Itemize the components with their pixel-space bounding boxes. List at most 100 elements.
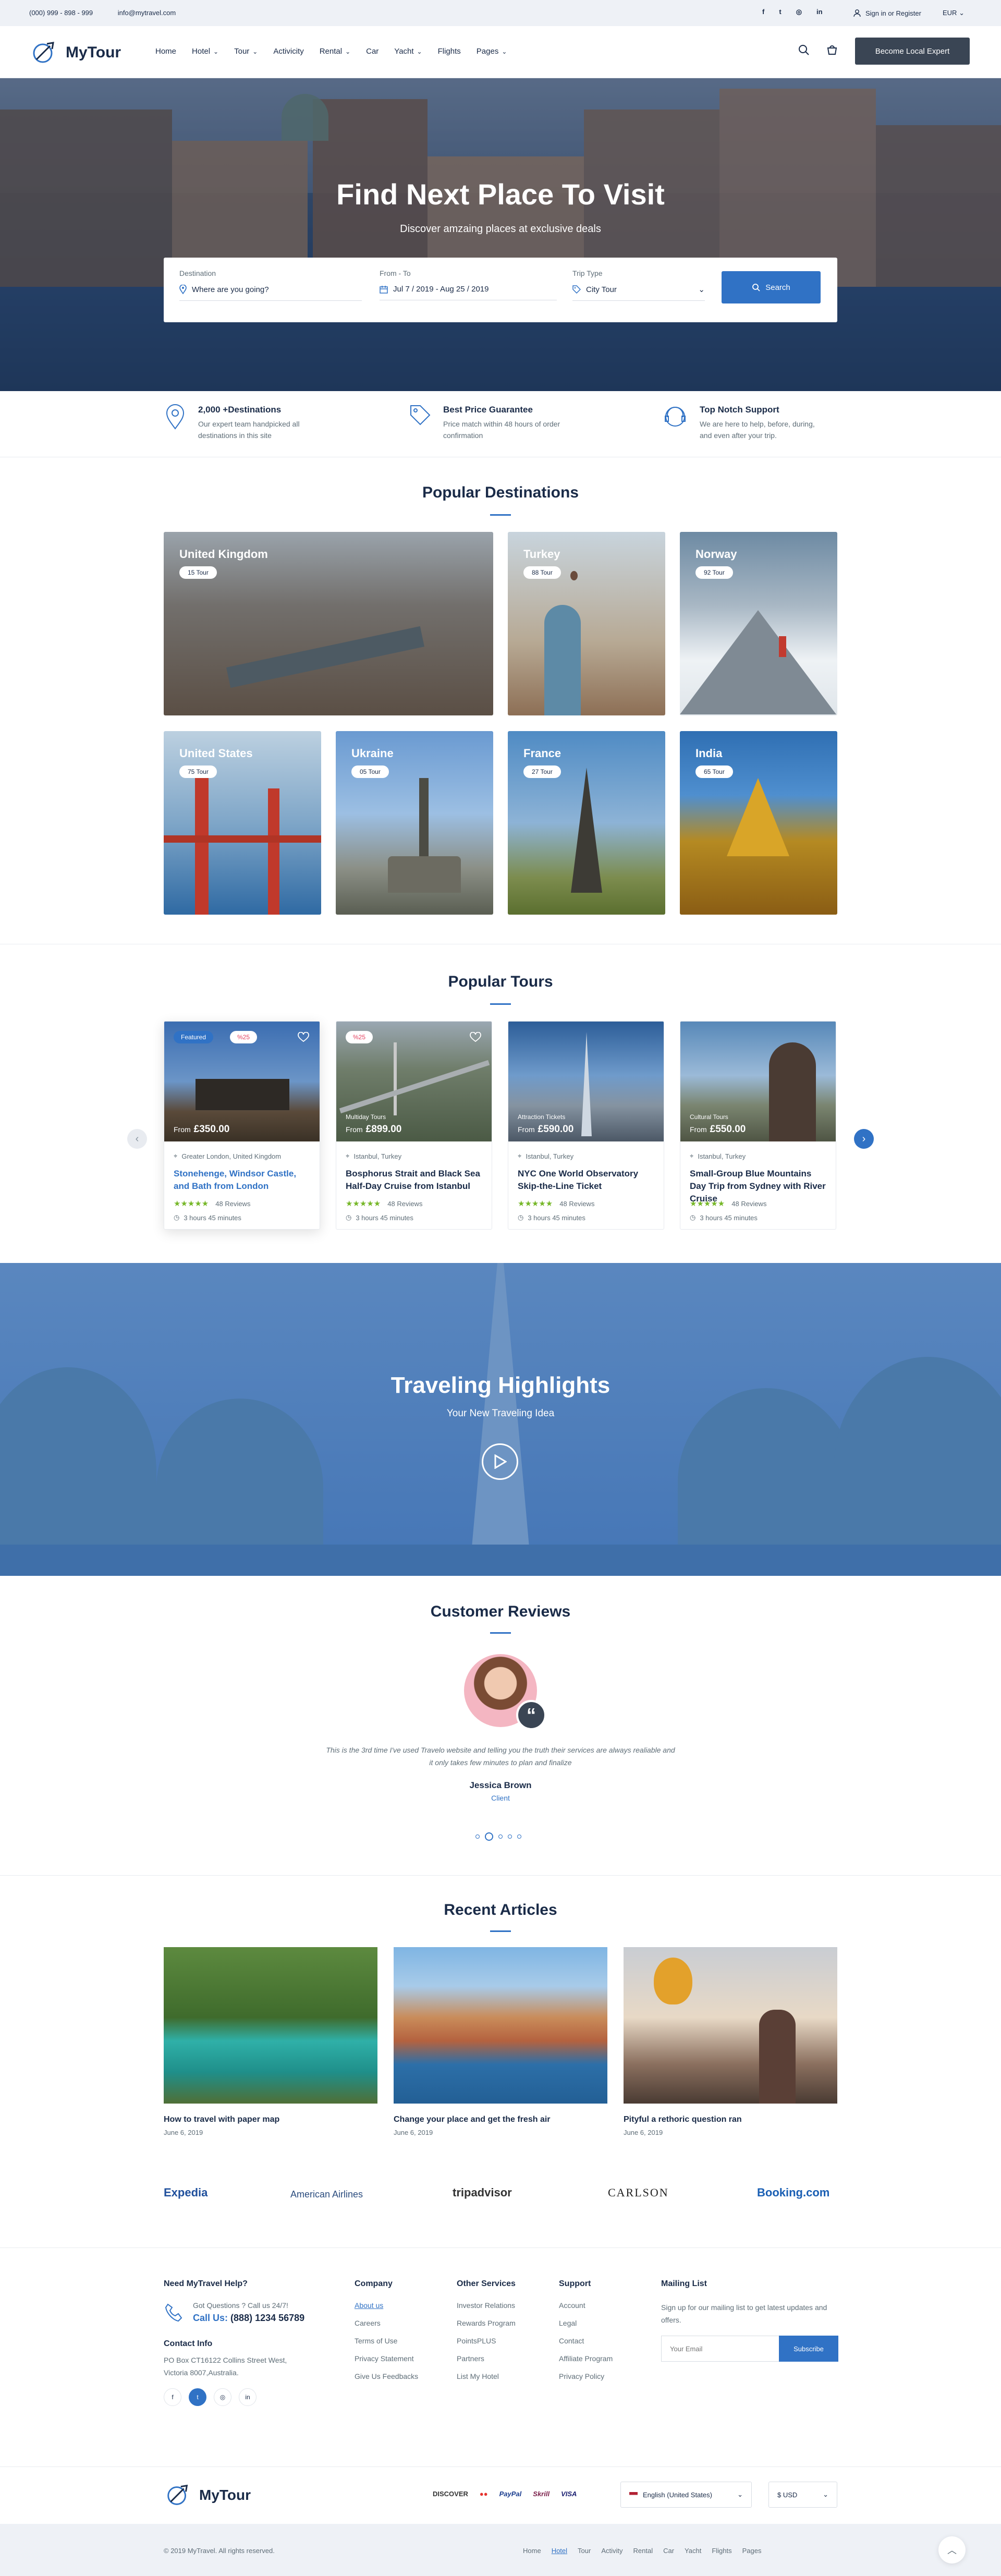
subscribe-button[interactable]: Subscribe: [779, 2336, 838, 2362]
bottom-nav-link[interactable]: Pages: [742, 2547, 762, 2555]
destination-card-turkey[interactable]: Turkey 88 Tour: [508, 532, 665, 715]
footer-link[interactable]: Privacy Policy: [559, 2372, 613, 2380]
destination-card-norway[interactable]: Norway 92 Tour: [680, 532, 837, 715]
facebook-icon[interactable]: f: [164, 2388, 181, 2406]
footer-link[interactable]: PointsPLUS: [457, 2337, 516, 2345]
bottom-nav-link[interactable]: Car: [663, 2547, 674, 2555]
tour-title[interactable]: NYC One World Observatory Skip-the-Line …: [518, 1168, 655, 1193]
article-title[interactable]: Pityful a rethoric question ran: [624, 2115, 837, 2124]
chevron-down-icon: ⌄: [417, 47, 422, 55]
nav-item-pages[interactable]: Pages ⌄: [477, 47, 507, 56]
back-to-top-button[interactable]: ︿: [938, 2536, 966, 2563]
bottom-nav-link[interactable]: Tour: [578, 2547, 591, 2555]
email-input[interactable]: [661, 2336, 779, 2362]
article-card[interactable]: Change your place and get the fresh air …: [394, 1947, 607, 2136]
nav-item-flights[interactable]: Flights: [438, 47, 461, 56]
language-select[interactable]: English (United States) ⌄: [620, 2482, 752, 2508]
tour-title[interactable]: Bosphorus Strait and Black Sea Half-Day …: [346, 1168, 483, 1193]
bottom-nav-link[interactable]: Activity: [601, 2547, 622, 2555]
footer-link[interactable]: Account: [559, 2301, 613, 2310]
cart-icon[interactable]: [826, 44, 838, 56]
carousel-dot[interactable]: [517, 1834, 521, 1839]
footer-link[interactable]: Terms of Use: [355, 2337, 418, 2345]
footer-link[interactable]: Contact: [559, 2337, 613, 2345]
partner-logo-booking[interactable]: Booking.com: [757, 2186, 829, 2200]
article-title[interactable]: Change your place and get the fresh air: [394, 2115, 607, 2124]
carousel-dot[interactable]: [498, 1834, 503, 1839]
footer-link[interactable]: Careers: [355, 2319, 418, 2327]
footer-link[interactable]: Legal: [559, 2319, 613, 2327]
linkedin-icon[interactable]: in: [816, 8, 823, 16]
bottom-nav-link[interactable]: Hotel: [552, 2547, 567, 2555]
article-title[interactable]: How to travel with paper map: [164, 2115, 377, 2124]
carousel-next-button[interactable]: ›: [854, 1129, 874, 1149]
nav-item-hotel[interactable]: Hotel ⌄: [192, 47, 218, 56]
nav-item-home[interactable]: Home: [155, 47, 176, 56]
nav-item-car[interactable]: Car: [366, 47, 379, 56]
trip-type-select[interactable]: Trip Type City Tour ⌄: [572, 269, 705, 301]
tour-card[interactable]: Attraction Tickets From £590.00 ⌖ Istanbul…: [508, 1021, 664, 1230]
nav-item-yacht[interactable]: Yacht ⌄: [394, 47, 422, 56]
currency-select[interactable]: $ USD ⌄: [768, 2482, 837, 2508]
destination-card-france[interactable]: France 27 Tour: [508, 731, 665, 915]
instagram-icon[interactable]: ◎: [796, 8, 802, 16]
tour-card[interactable]: %25 Multiday Tours From £899.00 ⌖ Istanbul…: [336, 1021, 492, 1230]
call-number[interactable]: (888) 1234 56789: [230, 2313, 304, 2323]
search-icon[interactable]: [798, 44, 810, 56]
partner-logo-expedia[interactable]: Expedia: [164, 2186, 207, 2200]
dates-field[interactable]: From - To Jul 7 / 2019 - Aug 25 / 2019: [380, 269, 557, 300]
search-button[interactable]: Search: [722, 271, 821, 303]
heart-icon[interactable]: [470, 1032, 481, 1042]
footer-link[interactable]: List My Hotel: [457, 2372, 516, 2380]
bottom-nav-link[interactable]: Rental: [633, 2547, 653, 2555]
destination-field[interactable]: Destination Where are you going?: [179, 269, 362, 301]
play-video-button[interactable]: [482, 1443, 518, 1480]
location-pin-icon: ⌖: [690, 1152, 694, 1160]
footer-link[interactable]: Give Us Feedbacks: [355, 2372, 418, 2380]
linkedin-icon[interactable]: in: [239, 2388, 257, 2406]
footer-link[interactable]: Partners: [457, 2354, 516, 2363]
footer-bottom-nav: Home Hotel Tour Activity Rental Car Yach…: [523, 2547, 762, 2555]
account-link[interactable]: Sign in or Register: [853, 9, 921, 17]
bottom-nav-link[interactable]: Yacht: [685, 2547, 701, 2555]
destination-input[interactable]: Where are you going?: [192, 285, 269, 294]
nav-item-rental[interactable]: Rental ⌄: [320, 47, 350, 56]
hero-section: Find Next Place To Visit Discover amzain…: [0, 78, 1001, 391]
nav-item-tour[interactable]: Tour ⌄: [234, 47, 258, 56]
destination-card-united-states[interactable]: United States 75 Tour: [164, 731, 321, 915]
carousel-dot-active[interactable]: [485, 1832, 493, 1841]
twitter-icon[interactable]: t: [189, 2388, 206, 2406]
nav-item-activicity[interactable]: Activicity: [273, 47, 303, 56]
destination-card-ukraine[interactable]: Ukraine 05 Tour: [336, 731, 493, 915]
carousel-dot[interactable]: [475, 1834, 480, 1839]
tour-card[interactable]: Featured %25 From £350.00 ⌖ Greater London…: [164, 1021, 320, 1230]
footer-link[interactable]: Affiliate Program: [559, 2354, 613, 2363]
footer-link[interactable]: Privacy Statement: [355, 2354, 418, 2363]
become-local-expert-button[interactable]: Become Local Expert: [855, 38, 970, 65]
destination-card-united-kingdom[interactable]: United Kingdom 15 Tour: [164, 532, 493, 715]
logo[interactable]: MyTour: [29, 38, 121, 68]
bottom-nav-link[interactable]: Flights: [712, 2547, 731, 2555]
currency-select[interactable]: EUR ⌄: [943, 9, 965, 17]
article-card[interactable]: How to travel with paper map June 6, 201…: [164, 1947, 377, 2136]
feature-desc: Price match within 48 hours of order con…: [443, 420, 560, 440]
tour-title[interactable]: Stonehenge, Windsor Castle, and Bath fro…: [174, 1168, 311, 1193]
partner-logo-carlson[interactable]: CARLSON: [608, 2186, 669, 2200]
instagram-icon[interactable]: ◎: [214, 2388, 231, 2406]
facebook-icon[interactable]: f: [762, 8, 764, 16]
heart-icon[interactable]: [298, 1032, 309, 1042]
partner-logo-american-airlines[interactable]: American Airlines: [290, 2189, 363, 2200]
destination-card-india[interactable]: India 65 Tour: [680, 731, 837, 915]
footer-link[interactable]: About us: [355, 2301, 418, 2310]
carousel-prev-button[interactable]: ‹: [127, 1129, 147, 1149]
footer-link[interactable]: Investor Relations: [457, 2301, 516, 2310]
carousel-dot[interactable]: [508, 1834, 512, 1839]
twitter-icon[interactable]: t: [779, 8, 781, 16]
footer-logo[interactable]: MyTour: [164, 2481, 251, 2510]
bottom-nav-link[interactable]: Home: [523, 2547, 541, 2555]
partner-logo-tripadvisor[interactable]: tripadvisor: [453, 2186, 512, 2200]
email-link[interactable]: info@mytravel.com: [118, 9, 176, 17]
tour-card[interactable]: Cultural Tours From £550.00 ⌖ Istanbul, Tu…: [680, 1021, 836, 1230]
footer-link[interactable]: Rewards Program: [457, 2319, 516, 2327]
article-card[interactable]: Pityful a rethoric question ran June 6, …: [624, 1947, 837, 2136]
